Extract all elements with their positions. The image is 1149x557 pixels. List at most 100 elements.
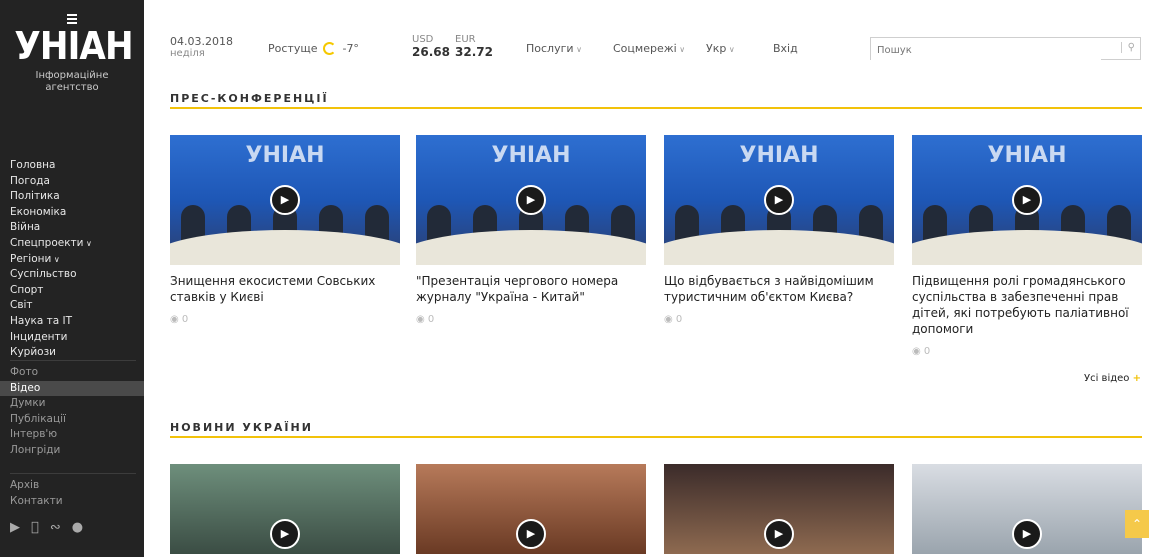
sidebar-item-weather[interactable]: Погода — [10, 174, 136, 190]
thumbnail-brand: УНІАН — [491, 143, 571, 168]
sidebar-tertiary-menu: Архів Контакти — [10, 478, 136, 509]
nav-services[interactable]: Послуги — [526, 42, 582, 55]
news-card[interactable]: ▶ — [912, 464, 1142, 554]
play-icon[interactable]: ▶ — [270, 185, 300, 215]
usd-label: USD — [412, 34, 434, 45]
view-count: ◉ 0 — [170, 314, 400, 325]
sidebar-divider — [10, 473, 136, 474]
video-title[interactable]: Підвищення ролі громадянського суспільст… — [912, 273, 1142, 337]
topbar: 04.03.2018 неділя Ростуще -7° USD 26.68 … — [144, 0, 1149, 80]
video-thumbnail[interactable]: УНІАН ▶ — [912, 135, 1142, 265]
play-icon[interactable]: ▶ — [270, 519, 300, 549]
news-thumbnail[interactable]: ▶ — [664, 464, 894, 554]
video-title[interactable]: Знищення екосистеми Совських ставків у К… — [170, 273, 400, 305]
chevron-up-icon: ⌃ — [1131, 517, 1143, 531]
view-count-value: 0 — [675, 314, 683, 325]
news-card[interactable]: ▶ — [170, 464, 400, 554]
sidebar-item-regions[interactable]: Регіони — [10, 252, 136, 268]
eye-icon: ◉ — [912, 346, 921, 357]
section-title-press[interactable]: ПРЕС-КОНФЕРЕНЦІЇ — [170, 92, 329, 105]
sidebar-item-home[interactable]: Головна — [10, 158, 136, 174]
play-icon[interactable]: ▶ — [516, 185, 546, 215]
section-divider — [170, 107, 1142, 109]
weather-widget[interactable]: Ростуще -7° — [268, 42, 359, 55]
eur-value: 32.72 — [455, 45, 493, 59]
thumbnail-table — [170, 230, 400, 265]
apple-icon[interactable]:  — [31, 520, 39, 535]
video-card[interactable]: УНІАН ▶ Знищення екосистеми Совських ста… — [170, 135, 400, 325]
sidebar-item-opinions[interactable]: Думки — [10, 396, 136, 412]
sidebar-item-curiosities[interactable]: Курйози — [10, 345, 136, 361]
video-card[interactable]: УНІАН ▶ Підвищення ролі громадянського с… — [912, 135, 1142, 357]
sidebar-item-politics[interactable]: Політика — [10, 189, 136, 205]
eye-icon: ◉ — [664, 314, 673, 325]
plus-icon: + — [1132, 373, 1141, 384]
eye-icon: ◉ — [170, 314, 179, 325]
view-count-value: 0 — [181, 314, 189, 325]
play-icon[interactable]: ▶ — [10, 520, 20, 535]
sidebar-item-photo[interactable]: Фото — [10, 365, 136, 381]
sidebar-item-interviews[interactable]: Інтерв'ю — [10, 427, 136, 443]
all-videos-link[interactable]: Усі відео + — [1084, 373, 1141, 384]
video-thumbnail[interactable]: УНІАН ▶ — [170, 135, 400, 265]
search-box: ⚲ — [870, 37, 1141, 61]
video-title[interactable]: Що відбувається з найвідомішим туристичн… — [664, 273, 894, 305]
search-input[interactable] — [871, 40, 1101, 61]
news-card[interactable]: ▶ — [416, 464, 646, 554]
sidebar-item-world[interactable]: Світ — [10, 298, 136, 314]
sidebar-item-archive[interactable]: Архів — [10, 478, 136, 494]
sun-icon — [323, 42, 337, 55]
video-card[interactable]: УНІАН ▶ "Презентація чергового номера жу… — [416, 135, 646, 325]
sidebar-item-society[interactable]: Суспільство — [10, 267, 136, 283]
currency-eur[interactable]: EUR 32.72 — [455, 34, 493, 58]
sidebar-item-sport[interactable]: Спорт — [10, 283, 136, 299]
nav-social[interactable]: Соцмережі — [613, 42, 685, 55]
video-title[interactable]: "Презентація чергового номера журналу "У… — [416, 273, 646, 305]
logo[interactable]: УНІАН Інформаційне агентство — [8, 14, 136, 94]
logo-subtitle: Інформаційне агентство — [35, 70, 109, 93]
video-thumbnail[interactable]: УНІАН ▶ — [416, 135, 646, 265]
sidebar-item-longreads[interactable]: Лонгріди — [10, 443, 136, 459]
news-thumbnail[interactable]: ▶ — [912, 464, 1142, 554]
date-text: 04.03.2018 — [170, 35, 233, 48]
sidebar-item-economy[interactable]: Економіка — [10, 205, 136, 221]
nav-login[interactable]: Вхід — [773, 42, 798, 55]
play-icon[interactable]: ▶ — [516, 519, 546, 549]
all-videos-label: Усі відео — [1084, 373, 1130, 384]
thumbnail-brand: УНІАН — [245, 143, 325, 168]
news-thumbnail[interactable]: ▶ — [170, 464, 400, 554]
sidebar-item-science-it[interactable]: Наука та IT — [10, 314, 136, 330]
logo-bars-icon — [67, 14, 77, 24]
view-count: ◉ 0 — [912, 346, 1142, 357]
nav-language[interactable]: Укр — [706, 42, 735, 55]
eur-label: EUR — [455, 34, 476, 45]
usd-value: 26.68 — [412, 45, 450, 59]
sidebar-item-publications[interactable]: Публікації — [10, 412, 136, 428]
rss-icon[interactable]: ∾ — [50, 520, 61, 535]
thumbnail-brand: УНІАН — [739, 143, 819, 168]
sidebar-item-video[interactable]: Відео — [0, 380, 144, 397]
video-card[interactable]: УНІАН ▶ Що відбувається з найвідомішим т… — [664, 135, 894, 325]
currency-usd[interactable]: USD 26.68 — [412, 34, 450, 58]
play-icon[interactable]: ▶ — [1012, 185, 1042, 215]
sidebar-item-war[interactable]: Війна — [10, 220, 136, 236]
eye-icon: ◉ — [416, 314, 425, 325]
sidebar-item-incidents[interactable]: Інциденти — [10, 330, 136, 346]
section-title-news[interactable]: НОВИНИ УКРАЇНИ — [170, 421, 313, 434]
weather-temp: -7° — [342, 42, 359, 55]
sidebar-divider — [10, 360, 136, 361]
play-icon[interactable]: ▶ — [1012, 519, 1042, 549]
search-icon[interactable]: ⚲ — [1120, 42, 1135, 53]
view-count: ◉ 0 — [664, 314, 894, 325]
thumbnail-table — [664, 230, 894, 265]
sidebar-item-contacts[interactable]: Контакти — [10, 494, 136, 510]
news-thumbnail[interactable]: ▶ — [416, 464, 646, 554]
news-card[interactable]: ▶ — [664, 464, 894, 554]
play-icon[interactable]: ▶ — [764, 185, 794, 215]
sidebar-item-special-projects[interactable]: Спецпроекти — [10, 236, 136, 252]
chat-icon[interactable]: ● — [72, 520, 83, 535]
view-count: ◉ 0 — [416, 314, 646, 325]
play-icon[interactable]: ▶ — [764, 519, 794, 549]
video-thumbnail[interactable]: УНІАН ▶ — [664, 135, 894, 265]
scroll-top-button[interactable]: ⌃ — [1125, 510, 1149, 538]
